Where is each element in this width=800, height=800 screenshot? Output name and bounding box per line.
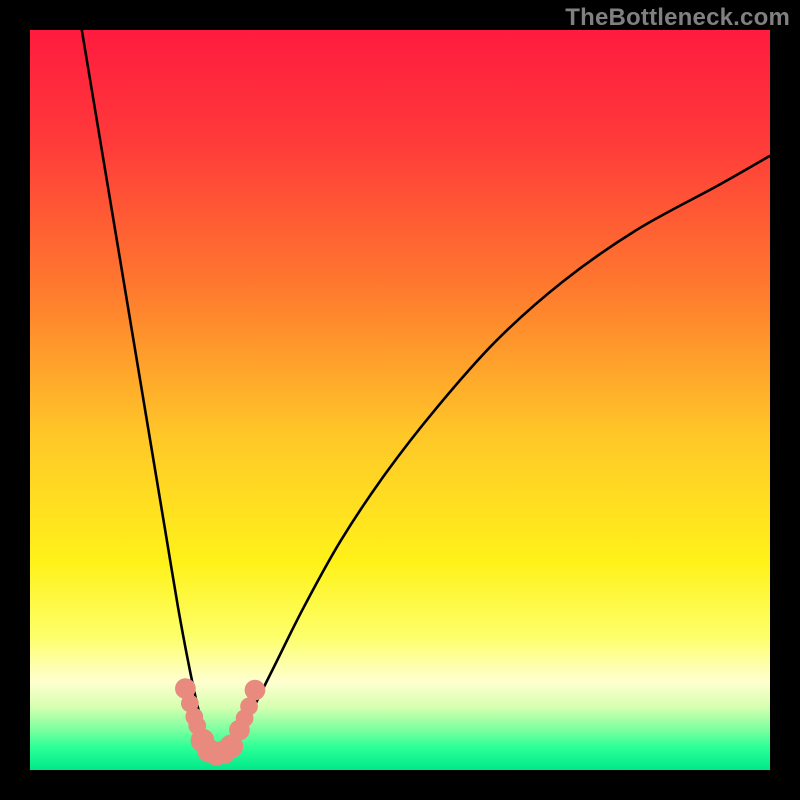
- chart-frame: TheBottleneck.com: [0, 0, 800, 800]
- data-marker: [245, 680, 266, 701]
- plot-area: [30, 30, 770, 770]
- gradient-background: [30, 30, 770, 770]
- watermark-text: TheBottleneck.com: [565, 4, 790, 32]
- chart-svg: [30, 30, 770, 770]
